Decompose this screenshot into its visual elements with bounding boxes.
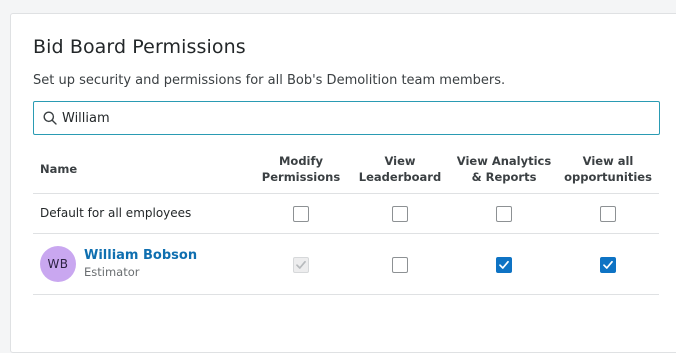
checkmark-icon <box>296 260 306 269</box>
table-row-user: WB William Bobson Estimator <box>33 233 659 295</box>
checkbox-user-view-analytics[interactable] <box>496 256 512 273</box>
header-line: Modify <box>278 154 324 169</box>
table-header-row: Name Modify Permissions View Leaderboard… <box>33 146 659 194</box>
column-header-view-opportunities: View all opportunities <box>557 146 659 194</box>
header-line: View Analytics <box>456 154 552 169</box>
checkbox-user-view-opportunities[interactable] <box>600 256 616 273</box>
checkbox-default-view-analytics[interactable] <box>496 206 512 222</box>
default-employees-label: Default for all employees <box>33 193 253 234</box>
table-row-default: Default for all employees <box>33 193 659 234</box>
header-line: Leaderboard <box>358 170 442 185</box>
search-icon <box>43 111 57 125</box>
column-header-name: Name <box>33 146 253 194</box>
checkbox-default-modify-permissions[interactable] <box>293 206 309 222</box>
header-line: & Reports <box>471 170 537 185</box>
header-line: Permissions <box>261 170 341 185</box>
checkmark-icon <box>499 260 509 269</box>
checkbox-user-modify-permissions <box>293 256 309 273</box>
permissions-table: Name Modify Permissions View Leaderboard… <box>33 146 659 295</box>
search-box[interactable] <box>33 101 660 135</box>
column-header-modify-permissions: Modify Permissions <box>253 146 349 194</box>
avatar: WB <box>40 245 76 282</box>
checkbox-default-view-opportunities[interactable] <box>600 206 616 222</box>
header-line: View all <box>582 154 634 169</box>
search-input[interactable] <box>62 110 622 126</box>
user-info: WB William Bobson Estimator <box>40 245 253 282</box>
checkmark-icon <box>603 260 613 269</box>
permissions-panel: Bid Board Permissions Set up security an… <box>10 13 676 353</box>
user-role: Estimator <box>84 265 140 279</box>
header-line: View <box>384 154 416 169</box>
column-header-view-analytics: View Analytics & Reports <box>451 146 557 194</box>
checkbox-user-view-leaderboard[interactable] <box>392 256 408 273</box>
page-title: Bid Board Permissions <box>33 36 246 58</box>
checkbox-default-view-leaderboard[interactable] <box>392 206 408 222</box>
user-name-link[interactable]: William Bobson <box>84 247 197 264</box>
page-subtitle: Set up security and permissions for all … <box>33 73 506 88</box>
header-line: opportunities <box>564 170 652 185</box>
column-header-view-leaderboard: View Leaderboard <box>349 146 451 194</box>
